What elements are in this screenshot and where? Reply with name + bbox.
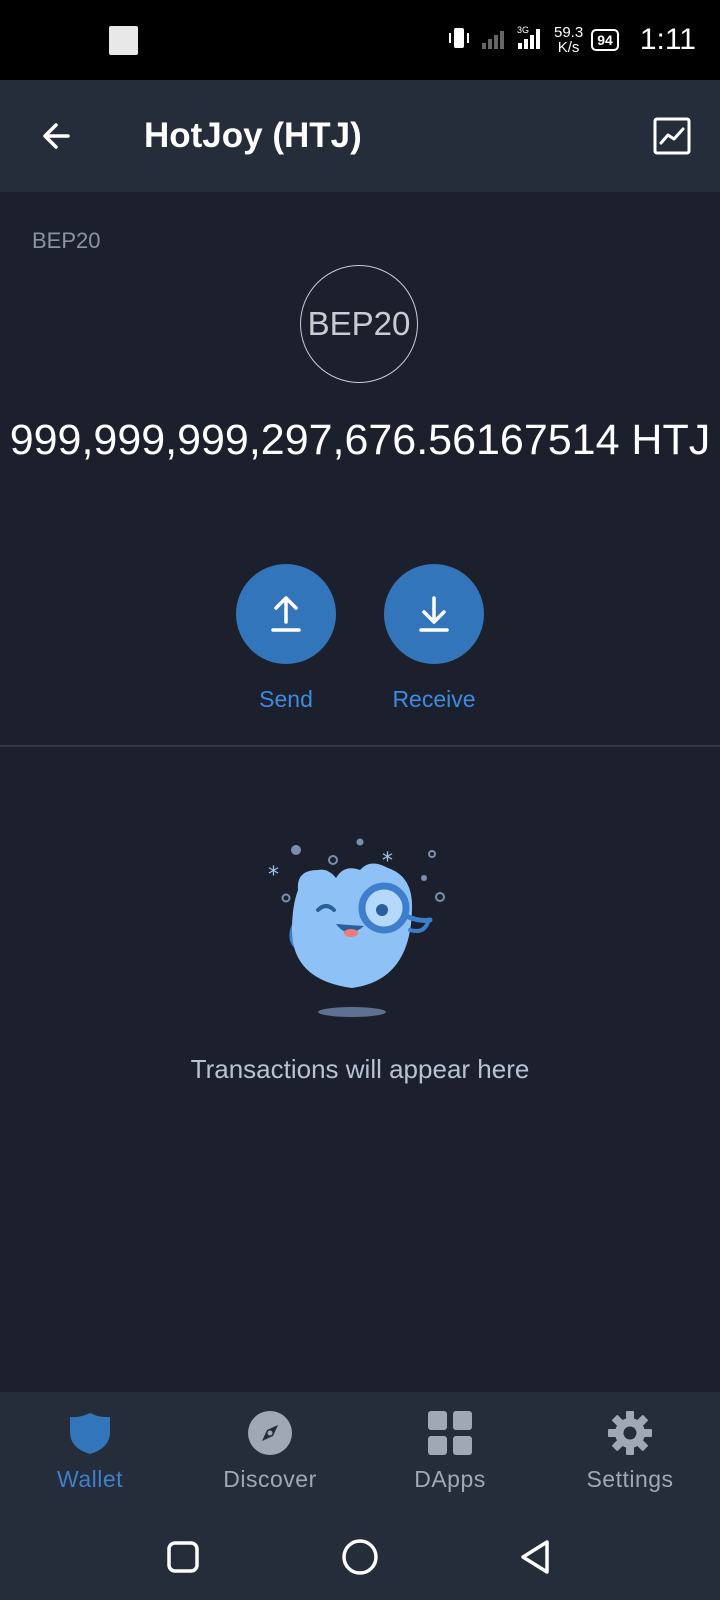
- token-logo: BEP20: [300, 265, 418, 383]
- network-tag: BEP20: [32, 228, 101, 253]
- signal-icon: [480, 25, 508, 56]
- app-root: 3G 59.3 K/s 94 1:11 HotJoy (HTJ) BEP20 B…: [0, 0, 720, 1600]
- status-bar: 3G 59.3 K/s 94 1:11: [0, 0, 720, 80]
- compass-icon: [245, 1408, 295, 1458]
- price-chart-button[interactable]: [650, 114, 694, 158]
- circle-icon: [342, 1539, 378, 1575]
- system-back-button[interactable]: [509, 1530, 563, 1584]
- nav-item-wallet[interactable]: Wallet: [0, 1392, 180, 1512]
- nav-label-wallet: Wallet: [56, 1466, 124, 1492]
- shield-icon: [65, 1408, 115, 1458]
- app-header: HotJoy (HTJ): [0, 80, 720, 192]
- nav-item-dapps[interactable]: DApps: [360, 1392, 540, 1512]
- receive-label: Receive: [392, 686, 476, 712]
- arrow-left-icon: [43, 123, 70, 149]
- svg-text:3G: 3G: [517, 25, 529, 35]
- receive-button[interactable]: Receive: [359, 564, 509, 713]
- bottom-navigation: Wallet Discover DApps Settings: [0, 1392, 720, 1512]
- nav-label-dapps: DApps: [414, 1466, 486, 1492]
- gear-icon: [605, 1408, 655, 1458]
- system-navigation: [0, 1512, 720, 1600]
- mascot-magnifier-icon: * *: [268, 838, 445, 1017]
- recents-button[interactable]: [156, 1530, 210, 1584]
- nav-label-discover: Discover: [223, 1466, 317, 1492]
- receive-circle[interactable]: [384, 564, 484, 664]
- speed-value: 59.3: [554, 24, 584, 41]
- page-title: HotJoy (HTJ): [144, 116, 362, 155]
- speed-unit: K/s: [557, 39, 580, 56]
- send-button[interactable]: Send: [211, 564, 361, 713]
- triangle-back-icon: [521, 1540, 549, 1574]
- nav-item-settings[interactable]: Settings: [540, 1392, 720, 1512]
- section-divider: [0, 745, 720, 747]
- signal-3g-icon: 3G: [516, 23, 546, 58]
- battery-level: 94: [597, 32, 613, 48]
- home-button[interactable]: [333, 1530, 387, 1584]
- nav-item-discover[interactable]: Discover: [180, 1392, 360, 1512]
- square-icon: [167, 1541, 199, 1573]
- empty-state-text: Transactions will appear here: [190, 1054, 530, 1084]
- notification-icon: [109, 26, 138, 55]
- vibrate-icon: [446, 25, 472, 56]
- svg-text:*: *: [268, 863, 279, 888]
- grid-icon: [425, 1408, 475, 1458]
- clock: 1:11: [639, 23, 696, 56]
- token-balance: 999,999,999,297,676.56167514 HTJ: [9, 416, 711, 464]
- send-label: Send: [259, 686, 313, 712]
- send-circle[interactable]: [236, 564, 336, 664]
- download-arrow-icon: [419, 596, 449, 632]
- nav-label-settings: Settings: [586, 1466, 674, 1492]
- back-button[interactable]: [30, 110, 82, 162]
- upload-arrow-icon: [271, 596, 301, 632]
- chart-icon: [653, 117, 691, 155]
- status-icons: 3G 59.3 K/s 94: [446, 22, 619, 58]
- battery-icon: 94: [591, 29, 619, 51]
- network-speed: 59.3 K/s: [554, 25, 583, 55]
- empty-state-illustration: * *: [260, 830, 460, 1030]
- token-logo-text: BEP20: [307, 305, 411, 342]
